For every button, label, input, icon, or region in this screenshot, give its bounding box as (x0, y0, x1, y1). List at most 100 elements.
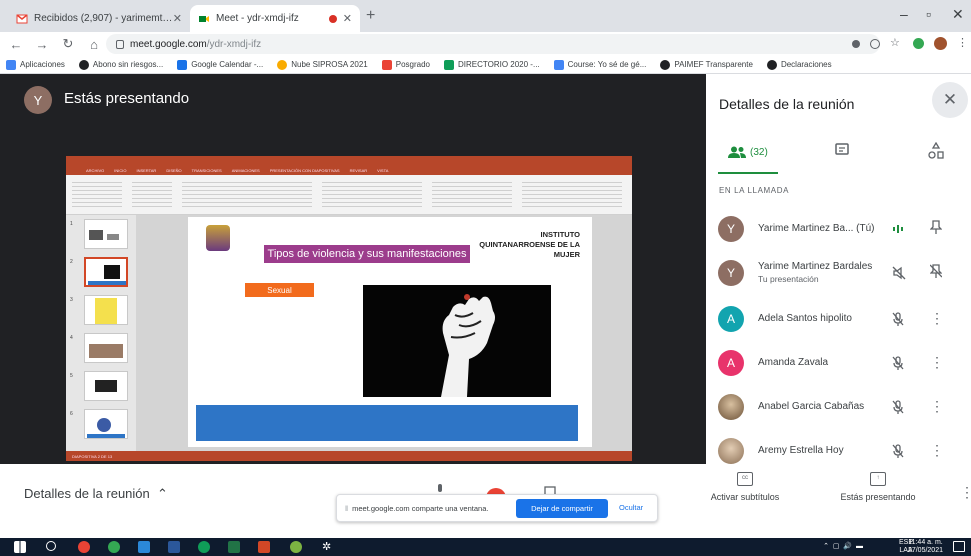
slide-editor: Tipos de violencia y sus manifestaciones… (136, 215, 632, 451)
clock-time: 11:44 a. m. (908, 539, 943, 546)
app-icon[interactable] (290, 541, 302, 553)
url-host: meet.google.com (130, 38, 207, 50)
slide-thumbnail[interactable] (84, 333, 128, 363)
restore-button[interactable]: ▫ (926, 6, 931, 22)
home-icon[interactable]: ⌂ (84, 37, 104, 52)
captions-icon: cc (737, 472, 753, 486)
tab-meet[interactable]: Meet - ydr-xmdj-ifz ✕ (190, 5, 360, 32)
word-icon[interactable] (168, 541, 180, 553)
slide-thumbnail-selected[interactable] (84, 257, 128, 287)
notifications-icon[interactable] (953, 541, 965, 552)
mic-muted-icon (892, 400, 904, 419)
chrome-profile-icon[interactable] (108, 541, 120, 553)
avatar: Y (718, 216, 744, 242)
close-tab-icon[interactable]: ✕ (173, 12, 182, 25)
close-window-button[interactable]: ✕ (952, 6, 964, 23)
search-icon[interactable] (46, 541, 56, 551)
bookmark-apps[interactable]: Aplicaciones (6, 59, 65, 70)
in-call-label: EN LA LLAMADA (719, 186, 790, 195)
tab-chat[interactable] (834, 142, 850, 163)
browser-toolbar: ← → ↻ ⌂ meet.google.com/ydr-xmdj-ifz ☆ ⋮ (0, 32, 971, 56)
slide-blue-band (196, 405, 578, 441)
screen: { "browser": { "tabs": [ {"title": "Reci… (0, 0, 971, 556)
participant-row[interactable]: A Amanda Zavala ⋮ (706, 342, 971, 386)
raised-fist-image (363, 285, 551, 397)
bookmark-directorio[interactable]: DIRECTORIO 2020 -... (443, 59, 540, 70)
close-tab-icon[interactable]: ✕ (343, 12, 352, 25)
bookmark-siprosa[interactable]: Nube SIPROSA 2021 (277, 59, 368, 70)
volume-muted-icon (892, 266, 906, 285)
menu-icon[interactable]: ⋮ (957, 37, 968, 50)
meet-bottom-bar: Detalles de la reunión ⌃ ‖ meet.google.c… (0, 464, 706, 538)
zoom-icon[interactable] (870, 38, 880, 49)
chat-icon (835, 143, 849, 155)
slide-thumbnail[interactable] (84, 371, 128, 401)
powerpoint-icon[interactable] (258, 541, 270, 553)
recording-indicator-icon (328, 14, 337, 23)
presenting-button[interactable]: ↑ Estás presentando (830, 472, 926, 502)
avatar: A (718, 350, 744, 376)
participant-row[interactable]: Y Yarime Martinez Ba... (Tú) (706, 208, 971, 252)
minimize-button[interactable]: – (900, 6, 908, 22)
participant-name: Amanda Zavala (758, 357, 829, 368)
profile-avatar[interactable] (934, 37, 947, 50)
close-panel-button[interactable]: ✕ (932, 82, 968, 118)
address-bar[interactable]: meet.google.com/ydr-xmdj-ifz (106, 34, 880, 54)
participant-row[interactable]: A Adela Santos hipolito ⋮ (706, 298, 971, 342)
extension-icon[interactable] (913, 38, 924, 49)
slide-thumbnail[interactable] (84, 409, 128, 439)
slide-category-tag: Sexual (245, 283, 314, 297)
bookmark-declaraciones[interactable]: Declaraciones (766, 59, 832, 70)
chrome-icon[interactable] (78, 541, 90, 553)
excel-icon[interactable] (228, 541, 240, 553)
bookmark-posgrado[interactable]: Posgrado (381, 59, 430, 70)
settings-gear-icon[interactable]: ✲ (322, 541, 334, 553)
gmail-icon (16, 13, 28, 25)
bookmark-course[interactable]: Course: Yo sé de gé... (553, 59, 646, 70)
participant-row[interactable]: Anabel Garcia Cabañas ⋮ (706, 386, 971, 430)
tab-activities[interactable] (928, 141, 944, 165)
bookmark-calendar[interactable]: Google Calendar -... (177, 59, 263, 70)
tab-title: Recibidos (2,907) - yarimemtz1@... (34, 13, 173, 24)
unpin-icon[interactable] (929, 264, 943, 281)
new-tab-button[interactable]: + (366, 7, 375, 25)
more-options-icon[interactable]: ⋮ (930, 310, 944, 327)
more-options-icon[interactable]: ⋮ (960, 484, 971, 501)
back-icon[interactable]: ← (6, 37, 26, 52)
participant-row[interactable]: Y Yarime Martinez Bardales Tu presentaci… (706, 252, 971, 296)
tab-strip: Recibidos (2,907) - yarimemtz1@... ✕ Mee… (0, 0, 971, 32)
system-tray-icons[interactable]: ⌃ ▢ 🔊 ▬ (823, 542, 863, 550)
bookmark-star-icon[interactable]: ☆ (890, 37, 903, 50)
bookmark-paimef[interactable]: PAIMEF Transparente (660, 59, 753, 70)
mic-muted-icon (892, 312, 904, 331)
avatar-photo (718, 438, 744, 464)
reload-icon[interactable]: ↻ (58, 36, 78, 52)
drag-handle-icon[interactable]: ‖ (345, 504, 348, 513)
hide-notice-button[interactable]: Ocultar (619, 503, 643, 512)
lock-icon (116, 39, 124, 49)
file-explorer-icon[interactable] (138, 541, 150, 553)
presenting-button-label: Estás presentando (840, 492, 916, 502)
meet-icon (198, 13, 210, 25)
stop-sharing-button[interactable]: Dejar de compartir (516, 499, 608, 518)
more-options-icon[interactable]: ⋮ (930, 354, 944, 371)
forward-icon[interactable]: → (32, 37, 52, 52)
participant-subtitle: Tu presentación (758, 274, 819, 284)
tab-people[interactable]: (32) (728, 146, 768, 158)
tab-gmail[interactable]: Recibidos (2,907) - yarimemtz1@... ✕ (8, 5, 190, 32)
participant-name: Adela Santos hipolito (758, 313, 852, 324)
more-options-icon[interactable]: ⋮ (930, 398, 944, 415)
clock[interactable]: 11:44 a. m. 27/05/2021 (908, 539, 943, 555)
captions-button[interactable]: cc Activar subtítulos (708, 472, 782, 502)
windows-start-icon[interactable] (14, 541, 26, 553)
windows-taskbar: ✲ ⌃ ▢ 🔊 ▬ ESP LAA 11:44 a. m. 27/05/2021 (0, 538, 971, 556)
pin-icon[interactable] (929, 220, 943, 237)
meeting-details-toggle[interactable]: Detalles de la reunión ⌃ (24, 486, 168, 502)
camera-in-use-icon[interactable] (852, 39, 860, 48)
bookmark-abono[interactable]: Abono sin riesgos... (78, 59, 163, 70)
slide-thumbnail[interactable] (84, 295, 128, 325)
slide-thumbnail[interactable] (84, 219, 128, 249)
more-options-icon[interactable]: ⋮ (930, 442, 944, 459)
edge-icon[interactable] (198, 541, 210, 553)
ppt-ribbon-tabs: ARCHIVO INICIO INSERTAR DISEÑO TRANSICIONES A… (66, 166, 632, 175)
